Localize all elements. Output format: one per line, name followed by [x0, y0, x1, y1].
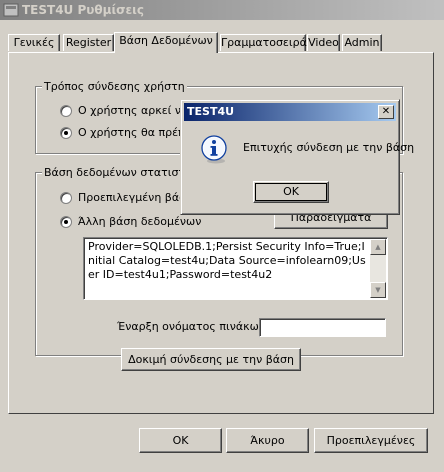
stats-database-legend: Βάση δεδομένων στατιστι — [42, 166, 191, 179]
tab-database[interactable]: Βάση Δεδομένων — [114, 32, 218, 53]
dialog-title: TEST4U — [187, 105, 235, 118]
connection-string-text: Provider=SQLOLEDB.1;Persist Security Inf… — [88, 240, 366, 281]
info-icon — [201, 135, 227, 164]
default-database-radio[interactable] — [60, 192, 72, 204]
scroll-up-arrow-icon[interactable]: ▲ — [370, 239, 386, 255]
other-database-label[interactable]: Άλλη βάση δεδομένων — [78, 215, 201, 228]
dialog-message: Επιτυχής σύνδεση με την βάση — [243, 141, 415, 154]
connection-string-textarea[interactable]: Provider=SQLOLEDB.1;Persist Security Inf… — [83, 237, 388, 300]
connection-mode-legend: Τρόπος σύνδεσης χρήστη — [42, 80, 187, 93]
window-titlebar[interactable]: TEST4U Ρυθμίσεις — [0, 0, 444, 20]
success-dialog: TEST4U ✕ Επιτυχής σύνδεση με την βάση OK — [180, 99, 414, 215]
tab-admin[interactable]: Admin — [342, 34, 382, 51]
cancel-button[interactable]: Άκυρο — [226, 428, 309, 453]
table-prefix-input[interactable] — [259, 318, 386, 337]
tab-general[interactable]: Γενικές — [8, 34, 60, 51]
textarea-vertical-scrollbar[interactable]: ▲ ▼ — [370, 239, 386, 298]
window-title: TEST4U Ρυθμίσεις — [22, 3, 144, 17]
defaults-button[interactable]: Προεπιλεγμένες — [314, 428, 428, 453]
connection-option1-radio[interactable] — [60, 105, 72, 117]
connection-option2-radio[interactable] — [60, 127, 72, 139]
ok-button[interactable]: OK — [139, 428, 222, 453]
tab-video[interactable]: Video — [307, 34, 340, 51]
dialog-close-button[interactable]: ✕ — [378, 105, 394, 119]
other-database-radio[interactable] — [60, 216, 72, 228]
table-prefix-label: Έναρξη ονόματος πινάκων: — [117, 320, 269, 333]
connection-option2-label[interactable]: Ο χρήστης θα πρέπε — [78, 126, 191, 139]
dialog-titlebar[interactable]: TEST4U ✕ — [184, 103, 396, 121]
dialog-ok-button[interactable]: OK — [253, 181, 329, 203]
tab-font[interactable]: Γραμματοσειρά — [220, 34, 307, 51]
app-icon — [3, 3, 19, 17]
default-database-label[interactable]: Προεπιλεγμένη βάση — [78, 191, 193, 204]
tab-register[interactable]: Register — [63, 34, 114, 51]
scroll-down-arrow-icon[interactable]: ▼ — [370, 282, 386, 298]
test-connection-button[interactable]: Δοκιμή σύνδεσης με την βάση — [121, 348, 301, 371]
connection-option1-label[interactable]: Ο χρήστης αρκεί να — [78, 104, 188, 117]
close-icon: ✕ — [381, 106, 391, 117]
